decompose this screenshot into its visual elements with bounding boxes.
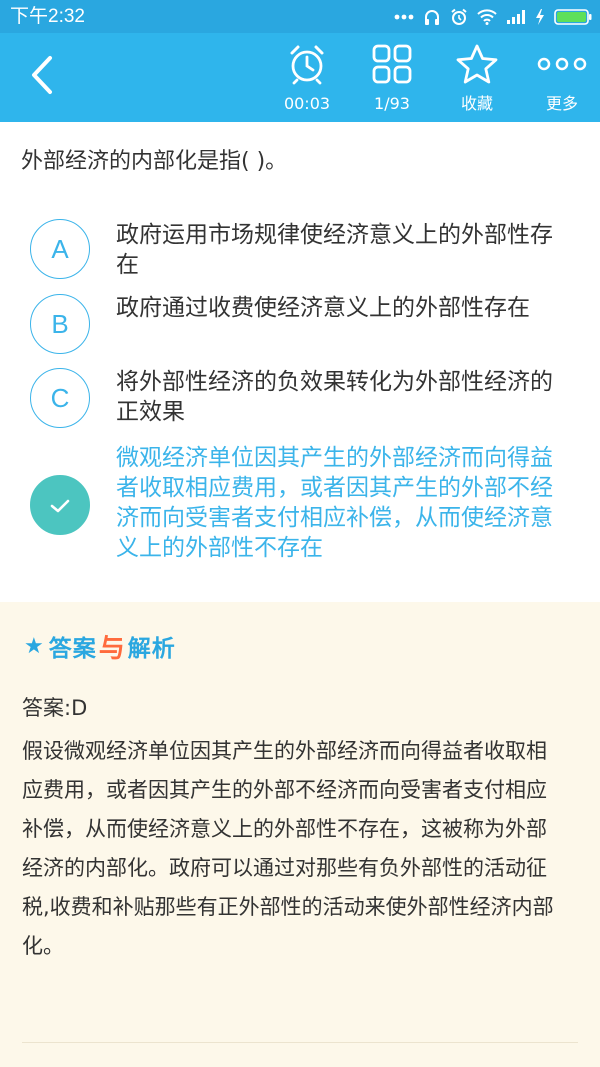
explanation-text: 假设微观经济单位因其产生的外部经济而向得益者收取相应费用，或者因其产生的外部不经… <box>22 739 554 958</box>
analysis-title-connector: 与 <box>98 633 126 664</box>
timer-button[interactable]: 00:03 <box>267 33 347 122</box>
option-d-text: 微观经济单位因其产生的外部经济而向得益者收取相应费用，或者因其产生的外部不经济而… <box>116 445 553 561</box>
option-b-text: 政府通过收费使经济意义上的外部性存在 <box>116 295 530 321</box>
star-bullet-icon: ★ <box>24 633 45 659</box>
toolbar: 00:03 1/93 收藏 更多 <box>0 33 600 122</box>
app-screen: 下午2:32 00:03 1/93 收藏 更多 外部经济的内部化是指()。 A… <box>0 0 600 1067</box>
signal-icon <box>506 10 526 24</box>
favorite-label: 收藏 <box>460 94 493 113</box>
back-button[interactable] <box>16 51 68 103</box>
battery-icon <box>554 9 592 25</box>
analysis-panel: ★ 答案 与 解析 答案:D 假设微观经济单位因其产生的外部经济而向得益者收取相… <box>0 602 600 1067</box>
divider <box>22 1042 578 1043</box>
option-c[interactable]: C 将外部性经济的负效果转化为外部性经济的正效果 <box>0 366 600 432</box>
analysis-title-explanation: 解析 <box>127 636 176 662</box>
checkmark-icon <box>49 490 71 521</box>
analysis-title: ★ 答案 与 解析 <box>24 630 176 664</box>
more-button[interactable]: 更多 <box>522 33 600 122</box>
option-c-text: 将外部性经济的负效果转化为外部性经济的正效果 <box>116 369 553 425</box>
option-d-circle <box>30 475 90 535</box>
more-icon <box>522 43 600 85</box>
option-b[interactable]: B 政府通过收费使经济意义上的外部性存在 <box>0 292 600 358</box>
option-b-circle: B <box>30 294 90 354</box>
answer-line: 答案:D <box>22 696 88 720</box>
timer-label: 00:03 <box>283 94 331 113</box>
status-time: 下午2:32 <box>10 6 85 27</box>
status-bar: 下午2:32 <box>0 0 600 33</box>
question-index-button[interactable]: 1/93 <box>352 33 432 122</box>
more-label: 更多 <box>545 94 578 113</box>
option-a[interactable]: A 政府运用市场规律使经济意义上的外部性存在 <box>0 216 600 282</box>
option-d[interactable]: 微观经济单位因其产生的外部经济而向得益者收取相应费用，或者因其产生的外部不经济而… <box>0 442 600 570</box>
favorite-button[interactable]: 收藏 <box>437 33 517 122</box>
alarm-clock-icon <box>267 43 347 85</box>
alarm-status-icon <box>450 8 468 26</box>
grid-icon <box>352 43 432 85</box>
charging-icon <box>535 9 545 25</box>
status-icons <box>394 6 592 28</box>
question-text: 外部经济的内部化是指( )。 <box>21 149 288 174</box>
headset-icon <box>423 8 441 26</box>
option-a-text: 政府运用市场规律使经济意义上的外部性存在 <box>116 222 553 278</box>
question-index-label: 1/93 <box>374 94 410 113</box>
star-icon <box>437 43 517 85</box>
analysis-title-answer: 答案 <box>48 636 97 662</box>
option-a-circle: A <box>30 219 90 279</box>
chevron-left-icon <box>29 55 55 99</box>
wifi-icon <box>477 9 497 25</box>
more-dots-icon <box>394 13 414 21</box>
option-c-circle: C <box>30 368 90 428</box>
